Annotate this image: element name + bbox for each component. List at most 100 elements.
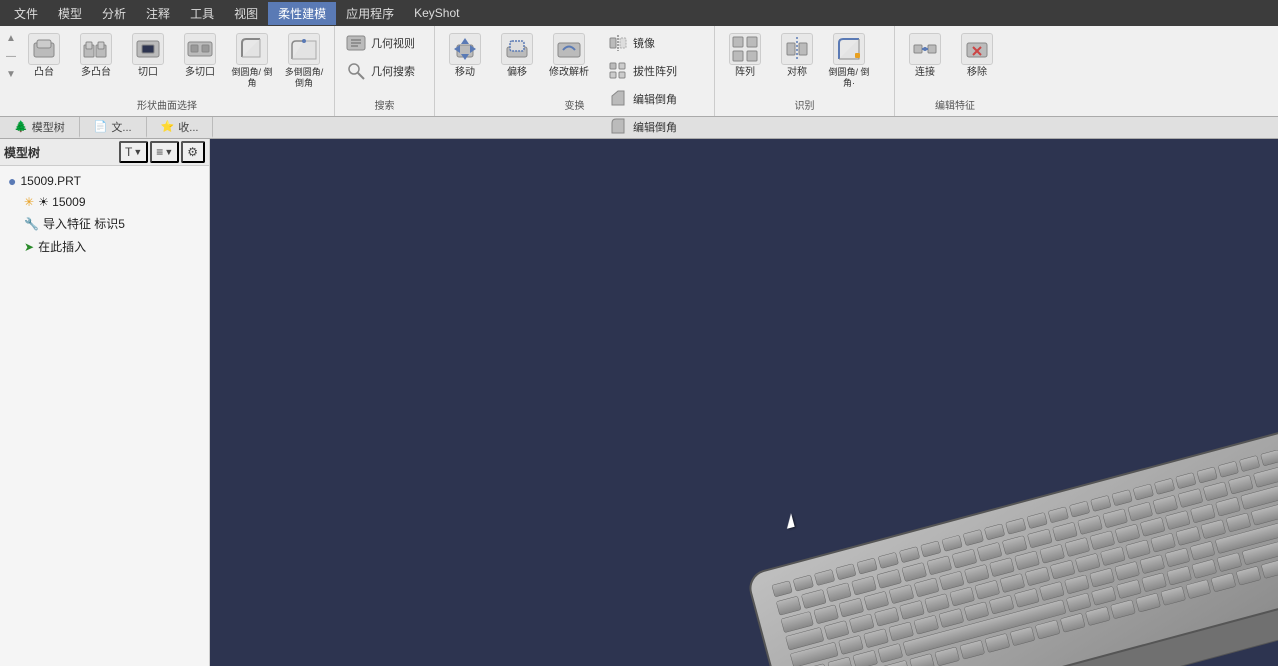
remove-icon bbox=[961, 33, 993, 65]
filter-dropdown-icon: ▼ bbox=[133, 147, 142, 157]
move-icon bbox=[449, 33, 481, 65]
btn-multi-boss[interactable]: 多凸台 bbox=[72, 30, 120, 82]
collect-tab-label: 收... bbox=[178, 119, 198, 135]
btn-remove[interactable]: 移除 bbox=[953, 30, 1001, 82]
tab-text[interactable]: 📄 文... bbox=[80, 117, 147, 138]
ribbon-section-edit-feature: 连接 移除 编辑特征 bbox=[895, 26, 1015, 116]
main-layout: 模型树 T ▼ ≡ ▼ ⚙ ● 15009.PRT ✳ ☀ 15009 bbox=[0, 139, 1278, 666]
scroll-control: ▲ — ▼ bbox=[6, 30, 16, 102]
ribbon: ▲ — ▼ 凸台 bbox=[0, 26, 1278, 117]
btn-boss[interactable]: 凸台 bbox=[20, 30, 68, 82]
ribbon-section-transform: 移动 偏移 bbox=[435, 26, 715, 116]
text-tab-label: 文... bbox=[111, 119, 131, 135]
btn-cutout[interactable]: 切口 bbox=[124, 30, 172, 82]
menu-apps[interactable]: 应用程序 bbox=[336, 2, 404, 25]
mirror-label: 镜像 bbox=[633, 35, 655, 51]
ribbon-section-search: 几何视则 几何搜索 搜索 bbox=[335, 26, 435, 116]
menu-analysis[interactable]: 分析 bbox=[92, 2, 136, 25]
menu-tools[interactable]: 工具 bbox=[180, 2, 224, 25]
text-tab-icon: 📄 bbox=[94, 120, 108, 133]
model-tree-content: ● 15009.PRT ✳ ☀ 15009 🔧 导入特征 标识5 ➤ 在此插入 bbox=[0, 166, 209, 666]
fillet-chamfer2-icon bbox=[833, 33, 865, 65]
tree-dim-icon: ✳ bbox=[24, 195, 34, 209]
edit-fillet-icon bbox=[607, 116, 629, 138]
search-section-title: 搜索 bbox=[335, 97, 434, 112]
boss-icon bbox=[28, 33, 60, 65]
tree-dim-label: ☀ 15009 bbox=[38, 195, 85, 209]
menubar: 文件 模型 分析 注释 工具 视图 柔性建模 应用程序 KeyShot bbox=[0, 0, 1278, 26]
menu-flexible[interactable]: 柔性建模 bbox=[268, 2, 336, 25]
tree-root[interactable]: ● 15009.PRT bbox=[0, 170, 209, 192]
collect-tab-icon: ⭐ bbox=[161, 120, 175, 133]
scroll-mid[interactable]: — bbox=[6, 52, 16, 62]
panel-settings-btn[interactable]: ⚙ bbox=[181, 141, 205, 163]
btn-fillet[interactable]: 倒圆角/ 倒角 bbox=[228, 30, 276, 92]
btn-fillet-chamfer2[interactable]: 倒圆角/ 倒角· bbox=[825, 30, 873, 92]
tree-dim[interactable]: ✳ ☀ 15009 bbox=[0, 192, 209, 212]
btn-array[interactable]: 阵列 bbox=[721, 30, 769, 82]
btn-mirror[interactable]: 镜像 bbox=[603, 30, 681, 56]
settings-icon: ⚙ bbox=[187, 145, 198, 159]
multi-cutout-icon bbox=[184, 33, 216, 65]
geo-search-label: 几何搜索 bbox=[371, 63, 415, 79]
geo-view-label: 几何视则 bbox=[371, 35, 415, 51]
scroll-up[interactable]: ▲ bbox=[6, 34, 16, 44]
identify-section-title: 识别 bbox=[715, 97, 894, 112]
tree-root-icon: ● bbox=[8, 173, 16, 189]
tree-root-label: 15009.PRT bbox=[20, 174, 81, 188]
tab-collect[interactable]: ⭐ 收... bbox=[147, 117, 214, 138]
viewport[interactable]: // This SVG is static, no JS needed here bbox=[210, 139, 1278, 666]
btn-connect[interactable]: 连接 bbox=[901, 30, 949, 82]
btn-multi-fillet[interactable]: 多倒圆角/ 倒角 bbox=[280, 30, 328, 92]
view-dropdown-icon: ▼ bbox=[164, 147, 173, 157]
multi-fillet-icon bbox=[288, 33, 320, 65]
panel-toolbar: 模型树 T ▼ ≡ ▼ ⚙ bbox=[0, 139, 209, 166]
pattern-icon bbox=[607, 60, 629, 82]
pattern-label: 拔性阵列 bbox=[633, 63, 677, 79]
btn-offset[interactable]: 偏移 bbox=[493, 30, 541, 82]
align-icon bbox=[781, 33, 813, 65]
connect-icon bbox=[909, 33, 941, 65]
tree-import-feature[interactable]: 🔧 导入特征 标识5 bbox=[0, 212, 209, 235]
btn-move[interactable]: 移动 bbox=[441, 30, 489, 82]
btn-align[interactable]: 对称 bbox=[773, 30, 821, 82]
model-tree-tab-label: 模型树 bbox=[32, 119, 65, 135]
mirror-icon bbox=[607, 32, 629, 54]
multi-boss-icon bbox=[80, 33, 112, 65]
transform-section-title: 变换 bbox=[435, 97, 714, 112]
panel-view-btn[interactable]: ≡ ▼ bbox=[150, 141, 179, 163]
btn-geo-view[interactable]: 几何视则 bbox=[341, 30, 428, 56]
tab-model-tree[interactable]: 🌲 模型树 bbox=[0, 117, 80, 138]
left-panel: 模型树 T ▼ ≡ ▼ ⚙ ● 15009.PRT ✳ ☀ 15009 bbox=[0, 139, 210, 666]
btn-geo-search[interactable]: 几何搜索 bbox=[341, 58, 428, 84]
scroll-down[interactable]: ▼ bbox=[6, 70, 16, 80]
geo-view-icon bbox=[345, 32, 367, 54]
btn-modify-solve[interactable]: 修改解析 bbox=[545, 30, 593, 82]
btn-pattern[interactable]: 拔性阵列 bbox=[603, 58, 681, 84]
view-icon: ≡ bbox=[156, 145, 163, 159]
filter-icon: T bbox=[125, 145, 132, 159]
panel-filter-btn[interactable]: T ▼ bbox=[119, 141, 148, 163]
ribbon-section-shape: ▲ — ▼ 凸台 bbox=[0, 26, 335, 116]
fillet-icon bbox=[236, 33, 268, 65]
tree-insert-here[interactable]: ➤ 在此插入 bbox=[0, 235, 209, 258]
tree-insert-icon: ➤ bbox=[24, 240, 34, 254]
search-col: 几何视则 几何搜索 bbox=[341, 30, 428, 102]
btn-multi-cutout[interactable]: 多切口 bbox=[176, 30, 224, 82]
ribbon-section-identify: 阵列 对称 bbox=[715, 26, 895, 116]
array-icon bbox=[729, 33, 761, 65]
cutout-icon bbox=[132, 33, 164, 65]
panel-title: 模型树 bbox=[4, 144, 117, 161]
modify-solve-icon bbox=[553, 33, 585, 65]
menu-view[interactable]: 视图 bbox=[224, 2, 268, 25]
btn-edit-fillet[interactable]: 编辑倒角 bbox=[603, 114, 681, 140]
tree-import-icon: 🔧 bbox=[24, 217, 39, 231]
offset-icon bbox=[501, 33, 533, 65]
tree-import-label: 导入特征 标识5 bbox=[43, 215, 125, 232]
3d-model: // This SVG is static, no JS needed here bbox=[697, 340, 1278, 666]
edit-feature-section-title: 编辑特征 bbox=[895, 97, 1015, 112]
menu-keyshot[interactable]: KeyShot bbox=[404, 3, 469, 23]
menu-file[interactable]: 文件 bbox=[4, 2, 48, 25]
menu-annotation[interactable]: 注释 bbox=[136, 2, 180, 25]
menu-model[interactable]: 模型 bbox=[48, 2, 92, 25]
